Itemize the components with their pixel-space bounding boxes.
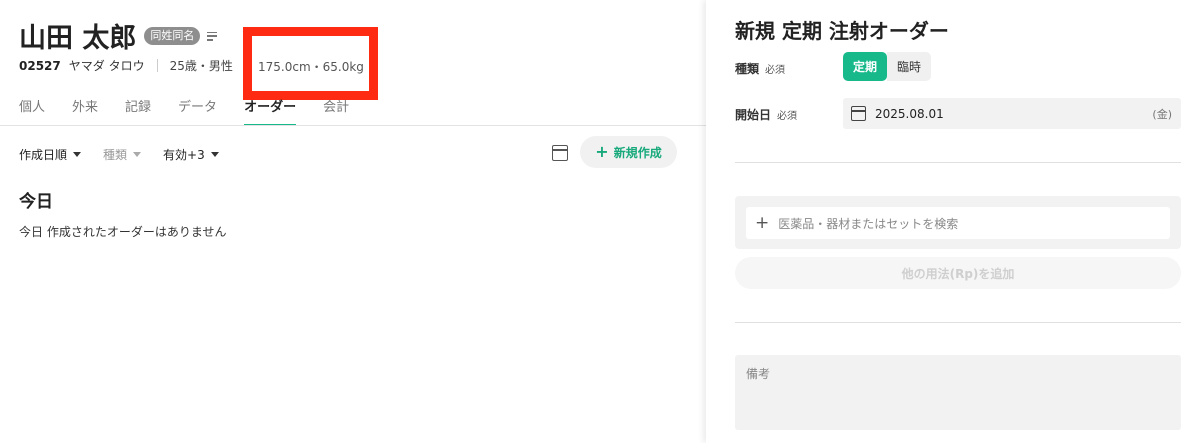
- tab-label: 個人: [19, 100, 46, 115]
- plus-icon: +: [755, 213, 770, 233]
- item-search-box: + 医薬品・器材またはセットを検索: [735, 196, 1181, 249]
- start-date-label: 開始日 必須: [735, 106, 797, 123]
- tab-records[interactable]: 記録: [125, 96, 151, 126]
- same-name-badge: 同姓同名: [144, 26, 201, 45]
- patient-info: 02527 ヤマダ タロウ 25歳・男性: [19, 57, 233, 74]
- memo-icon[interactable]: [207, 31, 219, 41]
- calendar-icon[interactable]: [552, 145, 568, 161]
- chevron-down-icon: [210, 152, 219, 157]
- tab-orders[interactable]: オーダー: [244, 96, 297, 126]
- patient-age-sex: 25歳・男性: [169, 59, 233, 73]
- section-title: 今日: [19, 192, 53, 212]
- notes-placeholder: 備考: [746, 367, 771, 381]
- sort-dropdown[interactable]: 作成日順: [19, 146, 82, 163]
- start-date-label-text: 開始日: [735, 108, 772, 122]
- new-order-label: 新規作成: [613, 145, 662, 160]
- search-placeholder: 医薬品・器材またはセットを検索: [778, 216, 959, 231]
- plus-icon: +: [595, 142, 609, 161]
- tab-label: 記録: [125, 100, 152, 115]
- type-label-text: 種類: [735, 62, 760, 76]
- required-mark: 必須: [777, 111, 798, 122]
- type-option-regular[interactable]: 定期: [843, 52, 888, 81]
- calendar-icon: [851, 106, 866, 121]
- tab-outpatient[interactable]: 外来: [72, 96, 98, 126]
- tab-label: 外来: [72, 100, 99, 115]
- patient-id: 02527: [19, 58, 61, 73]
- new-order-button[interactable]: + 新規作成: [580, 136, 677, 168]
- patient-kana: ヤマダ タロウ: [68, 59, 145, 73]
- order-form-title: 新規 定期 注射オーダー: [735, 19, 949, 43]
- sort-label: 作成日順: [19, 148, 68, 162]
- start-date-value: 2025.08.01: [875, 106, 944, 121]
- chevron-down-icon: [73, 152, 82, 157]
- tab-personal[interactable]: 個人: [19, 96, 45, 126]
- required-mark: 必須: [765, 65, 786, 76]
- status-dropdown[interactable]: 有効+3: [163, 146, 219, 163]
- tab-label: データ: [178, 100, 218, 115]
- tab-data[interactable]: データ: [178, 96, 217, 126]
- notes-field[interactable]: 備考: [735, 355, 1181, 430]
- type-segmented-control: 定期 臨時: [843, 52, 932, 81]
- kind-label: 種類: [103, 148, 128, 162]
- start-weekday: (金): [1152, 107, 1172, 121]
- tabs-divider: [0, 125, 706, 126]
- order-filters: 作成日順 種類 有効+3: [19, 146, 241, 163]
- start-date-field[interactable]: 2025.08.01 (金): [843, 98, 1181, 129]
- tab-label: 会計: [323, 100, 350, 115]
- kind-dropdown[interactable]: 種類: [103, 146, 142, 163]
- add-rp-button[interactable]: 他の用法(Rp)を追加: [735, 257, 1181, 289]
- patient-tabs: 個人 外来 記録 データ オーダー 会計: [19, 96, 376, 126]
- patient-name: 山田 太郎: [19, 23, 137, 54]
- item-search-input[interactable]: + 医薬品・器材またはセットを検索: [746, 207, 1170, 239]
- patient-header: 山田 太郎 同姓同名: [19, 16, 219, 55]
- type-label: 種類 必須: [735, 60, 785, 77]
- patient-pane: 山田 太郎 同姓同名 02527 ヤマダ タロウ 25歳・男性 175.0cm・…: [0, 0, 706, 443]
- tab-billing[interactable]: 会計: [323, 96, 349, 126]
- chevron-down-icon: [133, 152, 142, 157]
- tab-label: オーダー: [244, 100, 297, 115]
- form-divider: [735, 322, 1181, 323]
- type-option-temporary[interactable]: 臨時: [887, 52, 932, 81]
- info-divider: [156, 59, 158, 72]
- body-metrics: 175.0cm・65.0kg: [258, 60, 364, 74]
- status-label: 有効+3: [163, 148, 205, 162]
- order-form-panel: 新規 定期 注射オーダー 種類 必須 定期 臨時 開始日 必須 2025.08.01…: [706, 0, 1196, 443]
- empty-message: 今日 作成されたオーダーはありません: [19, 225, 227, 239]
- form-divider: [735, 162, 1181, 163]
